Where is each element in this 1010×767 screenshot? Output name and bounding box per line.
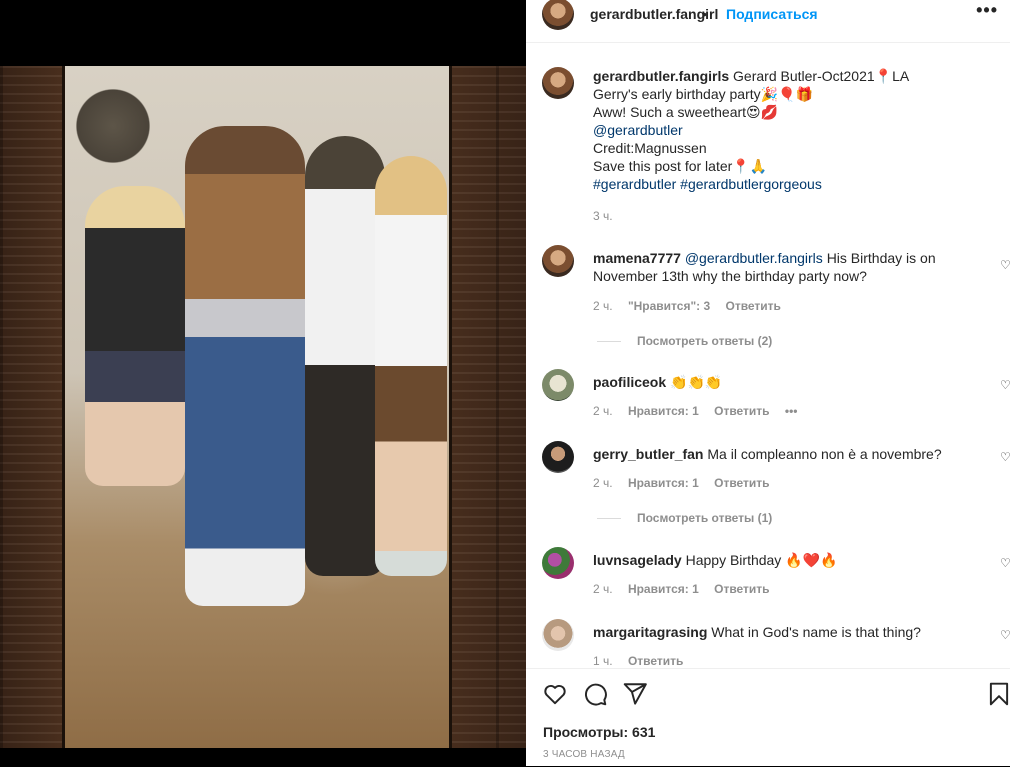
comment-time[interactable]: 2 ч. [593,404,613,418]
reply-button[interactable]: Ответить [714,582,769,596]
view-replies-button[interactable]: Посмотреть ответы (2) [597,334,772,348]
comment-time[interactable]: 2 ч. [593,476,613,490]
heart-icon[interactable]: ♡ [1000,557,1010,569]
comment-meta: 2 ч. Нравится: 1 Ответить ••• [593,404,810,418]
comment-body: What in God's name is that thing? [711,624,921,640]
avatar[interactable] [542,0,574,30]
more-options-icon[interactable]: ••• [976,0,998,21]
person-figure [85,186,185,486]
comment-meta: 2 ч. "Нравится": 3 Ответить [593,299,793,313]
caption-line: Gerard Butler-Oct2021📍LA [733,68,910,84]
caption-line: Gerry's early birthday party🎉🎈🎁 [593,86,813,102]
comment-time[interactable]: 2 ч. [593,299,613,313]
caption-line: Credit:Magnussen [593,140,707,156]
person-figure [185,126,305,606]
heart-icon[interactable]: ♡ [1000,379,1010,391]
avatar[interactable] [542,547,574,579]
post-header: gerardbutler.fangirl • Подписаться ••• [526,0,1010,43]
view-replies-button[interactable]: Посмотреть ответы (1) [597,511,772,525]
mention-link[interactable]: @gerardbutler [593,122,683,138]
caption-line: Save this post for later📍🙏 [593,158,768,174]
post-media[interactable] [0,0,526,766]
comment-meta: 1 ч. Ответить [593,654,695,667]
comment-username[interactable]: luvnsagelady [593,552,682,568]
replies-divider [597,518,621,520]
comment-username[interactable]: paofiliceok [593,374,666,390]
view-replies-label: Посмотреть ответы (2) [637,334,773,348]
reply-button[interactable]: Ответить [628,654,683,667]
post-photo[interactable] [62,66,452,748]
comment-text: paofiliceok 👏👏👏 [593,373,973,391]
comments-list[interactable]: gerardbutler.fangirls Gerard Butler-Oct2… [526,43,1010,667]
comment-time[interactable]: 1 ч. [593,654,613,667]
separator-dot: • [702,6,707,22]
views-count[interactable]: Просмотры: 631 [543,724,655,740]
reply-button[interactable]: Ответить [714,404,769,418]
caption-line: Aww! Such a sweetheart😍💋 [593,104,779,120]
comment-text: mamena7777 @gerardbutler.fangirls His Bi… [593,249,973,285]
mention-link[interactable]: @gerardbutler.fangirls [685,250,823,266]
comment-username[interactable]: margaritagrasing [593,624,707,640]
avatar[interactable] [542,441,574,473]
comment-likes[interactable]: Нравится: 1 [628,476,699,490]
comment-body: 👏👏👏 [670,374,723,390]
view-replies-label: Посмотреть ответы (1) [637,511,773,525]
comment-username[interactable]: gerry_butler_fan [593,446,703,462]
avatar[interactable] [542,245,574,277]
caption-text: gerardbutler.fangirls Gerard Butler-Oct2… [593,67,973,193]
heart-icon[interactable]: ♡ [1000,451,1010,463]
avatar[interactable] [542,369,574,401]
comment-likes[interactable]: Нравится: 1 [628,582,699,596]
comment-text: luvnsagelady Happy Birthday 🔥❤️🔥 [593,551,973,569]
post-side-panel: gerardbutler.fangirl • Подписаться ••• g… [526,0,1010,766]
share-icon[interactable] [622,681,648,707]
comment-likes[interactable]: Нравится: 1 [628,404,699,418]
comment-text: margaritagrasing What in God's name is t… [593,623,973,641]
comment-meta: 2 ч. Нравится: 1 Ответить [593,582,782,596]
comment-meta: 2 ч. Нравится: 1 Ответить [593,476,782,490]
avatar[interactable] [542,67,574,99]
caption-username[interactable]: gerardbutler.fangirls [593,68,729,84]
comment-likes[interactable]: "Нравится": 3 [628,299,710,313]
heart-icon[interactable] [542,681,568,707]
follow-button[interactable]: Подписаться [726,6,818,22]
reply-button[interactable]: Ответить [714,476,769,490]
heart-icon[interactable]: ♡ [1000,259,1010,271]
comment-body: Happy Birthday 🔥❤️🔥 [685,552,838,568]
comment-username[interactable]: mamena7777 [593,250,681,266]
person-figure [305,136,385,576]
comment-body: Ma il compleanno non è a novembre? [707,446,942,462]
comment-time[interactable]: 2 ч. [593,582,613,596]
heart-icon[interactable]: ♡ [1000,629,1010,641]
replies-divider [597,341,621,343]
header-username[interactable]: gerardbutler.fangirl [590,6,718,22]
comment-text: gerry_butler_fan Ma il compleanno non è … [593,445,973,463]
avatar[interactable] [542,619,574,651]
bookmark-icon[interactable] [986,681,1010,707]
comment-icon[interactable] [582,681,608,707]
hashtag-links[interactable]: #gerardbutler #gerardbutlergorgeous [593,176,822,192]
reply-button[interactable]: Ответить [725,299,780,313]
post-timestamp[interactable]: 3 ЧАСОВ НАЗАД [543,749,625,760]
comment-options-icon[interactable]: ••• [785,404,798,418]
caption-time[interactable]: 3 ч. [593,209,613,223]
person-figure [375,156,447,576]
